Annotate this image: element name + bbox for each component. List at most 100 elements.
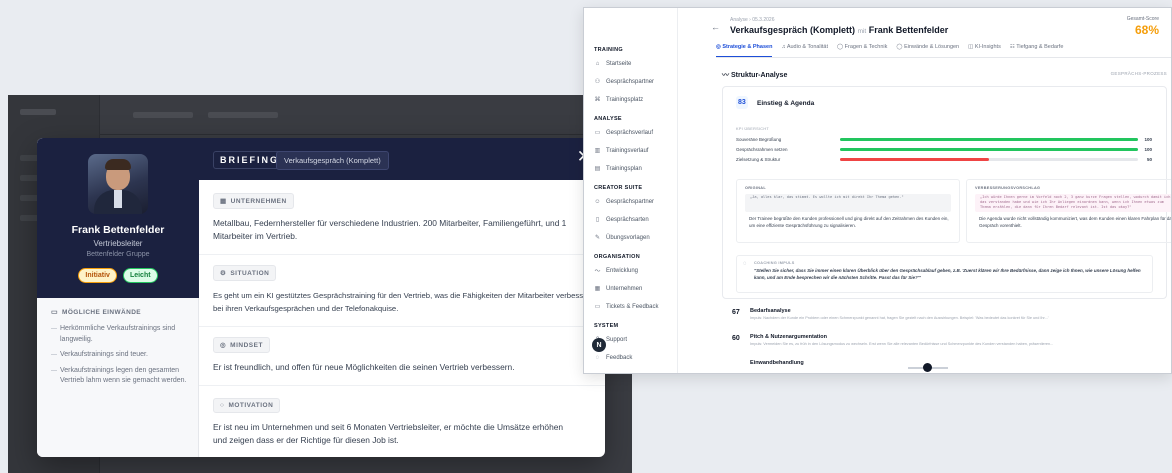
- chat-icon: ▭: [594, 130, 601, 136]
- modal-body: ▦ UNTERNEHMEN Metallbau, Federnhersteller…: [199, 180, 605, 457]
- building-icon: ▦: [594, 286, 601, 292]
- ticket-icon: ▭: [594, 304, 601, 310]
- tab-tiefgang[interactable]: ☷ Tiefgang & Bedarfe: [1010, 44, 1064, 57]
- kpi-row: Gesprächsrahmen setzen 100: [736, 146, 1152, 152]
- sidebar-item-gespraechsarten[interactable]: ▯ Gesprächsarten: [594, 216, 649, 224]
- user-avatar-button[interactable]: N: [592, 338, 606, 352]
- objections-title: ▭ MÖGLICHE EINWÄNDE: [51, 308, 142, 317]
- phase-row-title: Bedarfsanalyse: [750, 308, 791, 314]
- original-quote: „Ja, alles klar, das stimmt. Es wollte i…: [745, 194, 951, 212]
- kpi-bar: [840, 147, 1138, 151]
- grid-icon: ⌘: [594, 97, 601, 103]
- sidebar-item-feedback[interactable]: ◌ Feedback: [594, 354, 633, 361]
- original-label: ORIGINAL: [745, 186, 766, 190]
- avatar: [88, 154, 148, 214]
- home-icon: ⌂: [595, 60, 600, 67]
- original-box: ORIGINAL „Ja, alles klar, das stimmt. Es…: [736, 179, 960, 243]
- briefing-modal: Frank Bettenfelder Vertriebsleiter Bette…: [37, 138, 605, 457]
- tab-fragen[interactable]: ◯ Fragen & Technik: [837, 44, 887, 57]
- calendar-icon: ▤: [594, 166, 601, 172]
- section-caption: GESPRÄCHS-PROZESS: [1110, 71, 1167, 76]
- sidebar-item-startseite[interactable]: ⌂ Startseite: [594, 60, 632, 67]
- coaching-text: "Stellen Sie sicher, dass Sie immer eine…: [754, 268, 1141, 280]
- objections: ▭ MÖGLICHE EINWÄNDE Herkömmliche Verkauf…: [51, 308, 191, 392]
- sidebar-item-trainingsverlauf[interactable]: ▥ Trainingsverlauf: [594, 147, 649, 155]
- kpi-bar-fill: [840, 137, 1138, 141]
- kpi-label: Gesprächsrahmen setzen: [736, 146, 788, 152]
- section-situation: ⚙ SITUATION Es geht um ein KI gestütztes …: [213, 262, 605, 315]
- coaching-box: ◌ COACHING IMPULS "Stellen Sie sicher, d…: [736, 255, 1153, 293]
- phase-row-title: Einwandbehandlung: [750, 360, 804, 366]
- improvement-label: VERBESSERUNGSVORSCHLAG: [975, 186, 1041, 190]
- tab-insights[interactable]: ◫ KI-Insights: [968, 44, 1001, 57]
- phase-row[interactable]: 67 Bedarfsanalyse Impuls: Nachdem der Ku…: [722, 306, 1167, 326]
- tab-strategie[interactable]: ◎ Strategie & Phasen: [716, 44, 773, 57]
- chat-icon: ▭: [51, 309, 59, 316]
- section-mindset: ◎ MINDSET Er ist freundlich, und offen fü…: [213, 334, 605, 374]
- scroll-handle[interactable]: [923, 363, 932, 372]
- phase-row[interactable]: 60 Pitch & Nutzenargumentation Impuls: V…: [722, 332, 1167, 352]
- kpi-value: 100: [1144, 146, 1152, 152]
- sidebar-group-creator: CREATOR SUITE: [594, 185, 643, 191]
- phase-row-desc: Impuls: Vermeiden Sie es, zu früh in den…: [750, 342, 1054, 346]
- tab-einwaende[interactable]: ◯ Einwände & Lösungen: [896, 44, 959, 57]
- section-text: Er ist neu im Unternehmen und seit 6 Mon…: [213, 422, 564, 445]
- users-icon: ⚇: [594, 79, 601, 85]
- badge-initiativ: Initiativ: [78, 268, 117, 283]
- kpi-row: Zielsetzung & Struktur 50: [736, 156, 1152, 162]
- kpi-bar: [840, 137, 1138, 141]
- objection-item: Verkaufstrainings legen den gesamten Ver…: [51, 366, 191, 387]
- feedback-icon: ◌: [595, 354, 600, 361]
- back-arrow-icon[interactable]: ←: [711, 22, 720, 32]
- phase-row-score: 60: [732, 335, 740, 342]
- section-label: ▦ UNTERNEHMEN: [213, 193, 294, 209]
- sidebar-item-entwicklung[interactable]: 〜 Entwicklung: [594, 267, 638, 276]
- gear-icon: ⚙: [220, 270, 227, 277]
- phase-row[interactable]: Einwandbehandlung: [722, 358, 1167, 373]
- improvement-box: VERBESSERUNGSVORSCHLAG „Ich würde Ihnen …: [966, 179, 1172, 243]
- profile-panel: Frank Bettenfelder Vertriebsleiter Bette…: [37, 138, 199, 457]
- tab-audio[interactable]: ♫ Audio & Tonalität: [781, 44, 828, 57]
- trend-icon: 〜: [594, 269, 601, 275]
- sidebar-group-training: TRAINING: [594, 47, 623, 53]
- improvement-text: Die Agenda wurde nicht vollständig kommu…: [979, 216, 1172, 228]
- sidebar-group-system: SYSTEM: [594, 323, 619, 329]
- phase-title: Einstieg & Agenda: [757, 100, 815, 107]
- sidebar: TRAINING ⌂ Startseite ⚇ Gesprächspartner ⌘…: [584, 8, 678, 373]
- coaching-label: COACHING IMPULS: [754, 261, 795, 265]
- modal-header: BRIEFING Verkaufsgespräch (Komplett) ✕: [199, 138, 605, 180]
- section-title: 〰 Struktur-Analyse: [722, 72, 788, 79]
- kpi-bar-fill: [840, 147, 1138, 151]
- breadcrumb: Analyse › 05.3.2026: [730, 17, 775, 23]
- analysis-window: TRAINING ⌂ Startseite ⚇ Gesprächspartner ⌘…: [583, 7, 1172, 374]
- sidebar-item-unternehmen[interactable]: ▦ Unternehmen: [594, 285, 643, 293]
- kpi-bar: [840, 157, 1138, 161]
- phase-row-desc: Impuls: Nachdem der Kunde ein Problem od…: [750, 316, 1049, 320]
- badge-leicht: Leicht: [122, 268, 158, 283]
- profile-header: Frank Bettenfelder Vertriebsleiter Bette…: [37, 138, 199, 298]
- sidebar-item-uebungsvorlagen[interactable]: ✎ Übungsvorlagen: [594, 234, 650, 242]
- chart-icon: ▥: [594, 148, 601, 154]
- kpi-row: Souveräne Begrüßung 100: [736, 136, 1152, 142]
- kpi-bar-fill: [840, 157, 989, 161]
- profile-role: Vertriebsleiter: [93, 239, 143, 248]
- profile-company: Bettenfelder Gruppe: [86, 251, 150, 258]
- section-label: ◎ MINDSET: [213, 337, 270, 353]
- page-title: Verkaufsgespräch (Komplett) mit Frank Be…: [730, 25, 949, 35]
- conversation-type-tag: Verkaufsgespräch (Komplett): [276, 151, 389, 170]
- sidebar-item-gespraechspartner[interactable]: ⚇ Gesprächspartner: [594, 78, 654, 86]
- sidebar-item-cs-gespraechspartner[interactable]: ☺ Gesprächspartner: [594, 198, 654, 205]
- sidebar-item-gespraechsverlauf[interactable]: ▭ Gesprächsverlauf: [594, 129, 653, 137]
- total-score: 68%: [1134, 23, 1159, 37]
- sidebar-item-tickets[interactable]: ▭ Tickets & Feedback: [594, 303, 659, 311]
- original-text: Der Trainee begrüßte den Kunden professi…: [749, 216, 949, 228]
- target-icon: ○: [220, 402, 225, 409]
- tabs: ◎ Strategie & Phasen ♫ Audio & Tonalität…: [716, 44, 1171, 58]
- sidebar-item-trainingsplan[interactable]: ▤ Trainingsplan: [594, 165, 642, 173]
- objection-item: Verkaufstrainings sind teuer.: [51, 350, 191, 361]
- sidebar-item-trainingsplatz[interactable]: ⌘ Trainingsplatz: [594, 96, 644, 104]
- phase-score: 83: [736, 96, 748, 109]
- template-icon: ✎: [594, 235, 601, 241]
- kpi-label: Zielsetzung & Struktur: [736, 156, 781, 162]
- kpi-value: 50: [1146, 156, 1152, 162]
